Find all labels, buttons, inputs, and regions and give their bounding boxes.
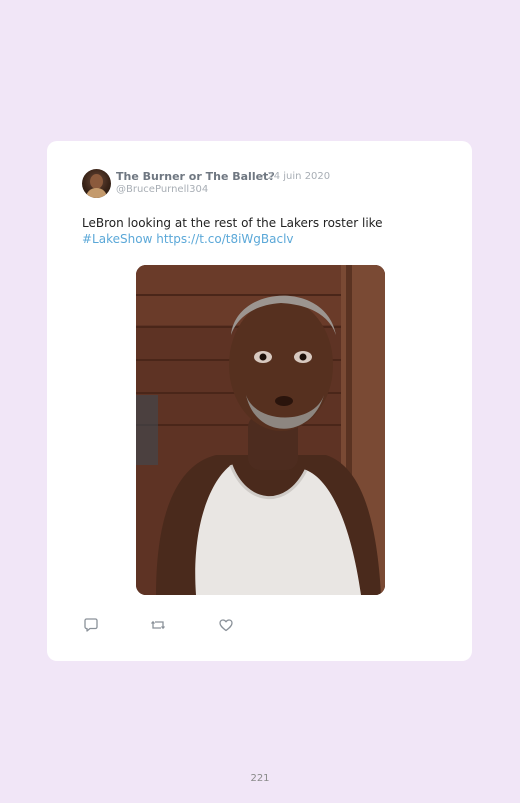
avatar-body (86, 188, 107, 198)
avatar-face (90, 174, 103, 189)
tweet-date[interactable]: · 24 juin 2020 (261, 171, 330, 182)
tweet-body: LeBron looking at the rest of the Lakers… (82, 216, 383, 230)
avatar[interactable] (82, 169, 111, 198)
reply-icon[interactable] (83, 617, 99, 633)
author-name[interactable]: The Burner or The Ballet? (116, 170, 275, 183)
tweet-media[interactable] (136, 265, 385, 595)
page-number: 221 (250, 773, 270, 784)
retweet-icon[interactable] (150, 617, 166, 633)
hashtag-link[interactable]: #LakeShow (82, 232, 152, 246)
tweet-card: The Burner or The Ballet? · 24 juin 2020… (47, 141, 472, 661)
heart-icon[interactable] (218, 617, 234, 633)
date-separator: · (261, 171, 265, 182)
date-value: 24 juin 2020 (267, 171, 331, 182)
url-link[interactable]: https://t.co/t8iWgBaclv (156, 232, 293, 246)
media-image (136, 265, 385, 595)
tweet-text: LeBron looking at the rest of the Lakers… (82, 215, 442, 247)
author-handle[interactable]: @BrucePurnell304 (116, 184, 208, 195)
